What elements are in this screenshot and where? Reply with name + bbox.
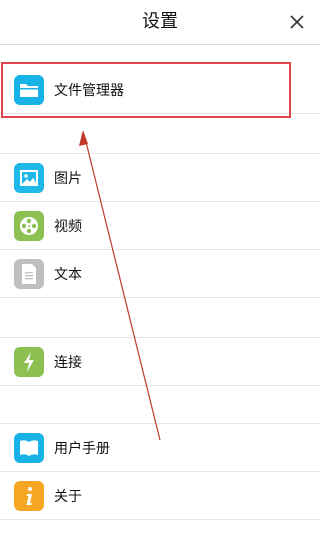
menu-item-user-manual[interactable]: 用户手册 (0, 424, 320, 472)
section-divider (0, 298, 320, 338)
menu-item-label: 文本 (54, 266, 82, 283)
header-bar: 设置 (0, 0, 320, 45)
film-reel-icon (14, 210, 44, 241)
menu-item-text[interactable]: 文本 (0, 250, 320, 298)
menu-item-label: 关于 (54, 488, 82, 505)
section-divider (0, 114, 320, 154)
menu-item-label: 视频 (54, 218, 82, 235)
menu-item-video[interactable]: 视频 (0, 202, 320, 250)
lightning-icon (14, 346, 44, 377)
menu-item-label: 用户手册 (54, 440, 110, 457)
menu-item-label: 图片 (54, 170, 82, 187)
menu-item-label: 连接 (54, 354, 82, 371)
page-title: 设置 (142, 11, 178, 32)
menu-item-about[interactable]: 关于 (0, 472, 320, 520)
close-button[interactable] (282, 7, 312, 37)
image-icon (14, 162, 44, 193)
book-icon (14, 432, 44, 463)
menu-item-connect[interactable]: 连接 (0, 338, 320, 386)
section-divider (0, 386, 320, 424)
menu-item-images[interactable]: 图片 (0, 154, 320, 202)
document-icon (14, 258, 44, 289)
close-icon (290, 15, 304, 29)
info-icon (14, 480, 44, 511)
highlight-annotation (1, 62, 291, 118)
